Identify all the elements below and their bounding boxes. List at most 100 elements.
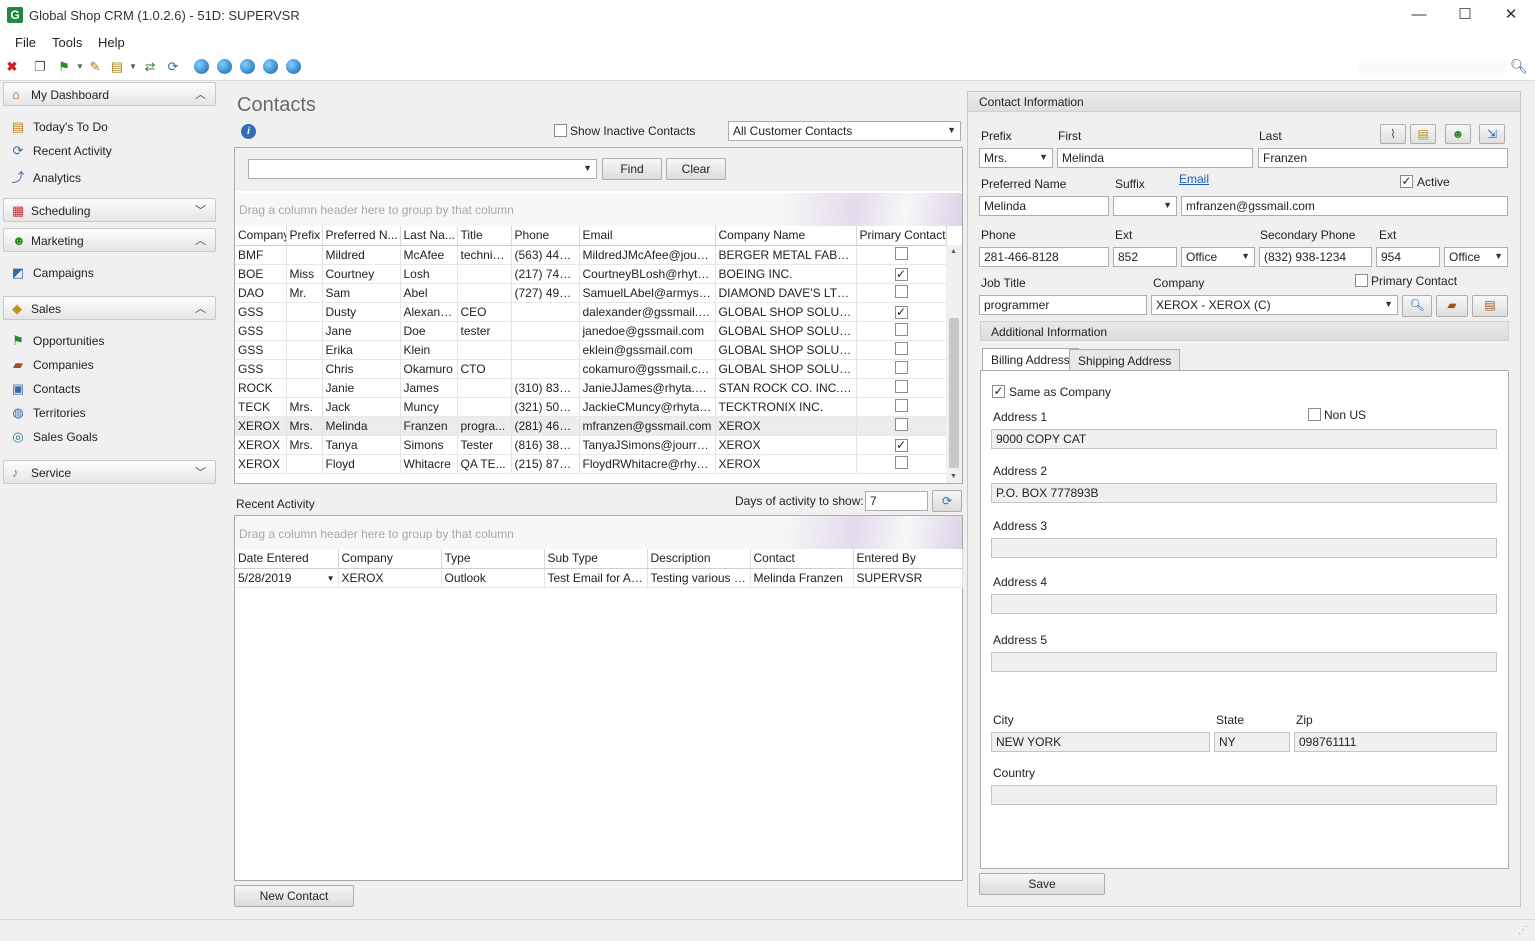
- column-header[interactable]: Contact: [750, 549, 854, 569]
- non-us-checkbox[interactable]: [1308, 408, 1321, 421]
- phone-input[interactable]: 281-466-8128: [979, 247, 1109, 267]
- table-row[interactable]: GSS Dusty Alexander CEO dalexander@gssmail.c…: [235, 302, 947, 322]
- ext2-input[interactable]: 954: [1376, 247, 1440, 267]
- same-as-company-checkbox[interactable]: ✓: [992, 385, 1005, 398]
- zip-input[interactable]: 098761111: [1294, 732, 1497, 752]
- column-header[interactable]: Preferred N...: [322, 226, 401, 246]
- tab-shipping-address[interactable]: Shipping Address: [1069, 349, 1181, 371]
- secondary-phone-input[interactable]: (832) 938-1234: [1259, 247, 1372, 267]
- nav-section-marketing[interactable]: ☻ Marketing ︿: [3, 228, 216, 252]
- sidebar-item-analytics[interactable]: ⤴ Analytics: [10, 167, 81, 187]
- new-contact-button[interactable]: New Contact: [234, 885, 354, 907]
- last-name-input[interactable]: Franzen: [1258, 148, 1508, 168]
- active-checkbox[interactable]: ✓: [1400, 175, 1413, 188]
- scrollbar-thumb[interactable]: [949, 318, 959, 468]
- table-row[interactable]: BOE Miss Courtney Losh (217) 745... CourtneyB…: [235, 264, 947, 284]
- table-row[interactable]: ROCK Janie James (310) 835... JanieJJames@rh…: [235, 378, 947, 398]
- sidebar-item-sales-goals[interactable]: ◎ Sales Goals: [10, 429, 97, 449]
- copy-icon[interactable]: ❐: [31, 58, 49, 76]
- column-header[interactable]: Date Entered: [235, 549, 339, 569]
- suffix-select[interactable]: ▼: [1113, 196, 1177, 216]
- sidebar-item-recent-activity[interactable]: ⟳ Recent Activity: [10, 143, 112, 163]
- minimize-button[interactable]: —: [1396, 0, 1442, 31]
- primary-contact-checkbox[interactable]: [894, 322, 908, 336]
- save-button[interactable]: Save: [979, 873, 1105, 895]
- sidebar-item-opportunities[interactable]: ⚑ Opportunities: [10, 333, 104, 353]
- scroll-down-icon[interactable]: ▼: [950, 473, 957, 480]
- menu-tools[interactable]: Tools: [52, 35, 82, 50]
- column-header[interactable]: Prefix: [286, 226, 323, 246]
- column-header[interactable]: Phone: [511, 226, 580, 246]
- primary-contact-checkbox[interactable]: [894, 246, 908, 260]
- column-header[interactable]: Email: [579, 226, 716, 246]
- sidebar-item-territories[interactable]: ◍ Territories: [10, 405, 85, 425]
- state-input[interactable]: NY: [1214, 732, 1290, 752]
- contact-filter-select[interactable]: All Customer Contacts ▼: [728, 121, 961, 141]
- ext-input[interactable]: 852: [1113, 247, 1177, 267]
- resize-grip-icon[interactable]: ⋰: [1518, 925, 1528, 936]
- primary-contact-checkbox[interactable]: [894, 341, 908, 355]
- nav-section-sales[interactable]: ◆ Sales ︿: [3, 296, 216, 320]
- column-header[interactable]: Primary Contact: [856, 226, 947, 246]
- toolbar-search-input[interactable]: [1358, 60, 1506, 75]
- email-input[interactable]: mfranzen@gssmail.com: [1181, 196, 1508, 216]
- primary-contact-checkbox[interactable]: [894, 398, 908, 412]
- add-user-icon[interactable]: ☻: [1445, 124, 1471, 144]
- email-link[interactable]: Email: [1179, 172, 1209, 186]
- primary-contact-checkbox[interactable]: [894, 360, 908, 374]
- globe-icon[interactable]: [194, 59, 209, 74]
- first-name-input[interactable]: Melinda: [1057, 148, 1253, 168]
- company-select[interactable]: XEROX - XEROX (C) ▼: [1151, 295, 1398, 315]
- address1-input[interactable]: 9000 COPY CAT: [991, 429, 1497, 449]
- city-input[interactable]: NEW YORK: [991, 732, 1210, 752]
- primary-contact-checkbox[interactable]: ✓: [894, 305, 908, 319]
- column-header[interactable]: Company Name: [715, 226, 857, 246]
- menu-file[interactable]: File: [15, 35, 36, 50]
- table-row[interactable]: XEROX Mrs. Melinda Franzen progra... (281) 46…: [235, 416, 947, 436]
- table-row[interactable]: DAO Mr. Sam Abel (727) 497... SamuelLAbel@arm…: [235, 283, 947, 303]
- prefix-select[interactable]: Mrs. ▼: [979, 148, 1053, 168]
- country-input[interactable]: [991, 785, 1497, 805]
- refresh-button[interactable]: ⟳: [932, 490, 962, 512]
- primary-contact-checkbox[interactable]: [894, 455, 908, 469]
- attachment-icon[interactable]: ⌇: [1380, 124, 1406, 144]
- table-row[interactable]: BMF Mildred McAfee technic... (563) 445... Mi…: [235, 245, 947, 265]
- globe-icon[interactable]: [240, 59, 255, 74]
- column-header[interactable]: Sub Type: [544, 549, 648, 569]
- transfer-icon[interactable]: ⇄: [141, 58, 159, 76]
- scroll-up-icon[interactable]: ▲: [950, 248, 957, 255]
- column-header[interactable]: Title: [457, 226, 512, 246]
- preferred-name-input[interactable]: Melinda: [979, 196, 1109, 216]
- contact-search-input[interactable]: ▼: [248, 159, 597, 179]
- column-header[interactable]: Entered By: [853, 549, 963, 569]
- sidebar-item-contacts[interactable]: ▣ Contacts: [10, 381, 81, 401]
- info-icon[interactable]: i: [241, 124, 256, 139]
- tab-billing-address[interactable]: Billing Address: [982, 348, 1079, 371]
- column-header[interactable]: Company: [338, 549, 442, 569]
- column-header[interactable]: Company: [235, 226, 287, 246]
- primary-contact-checkbox[interactable]: [1355, 274, 1368, 287]
- secondary-phone-type-select[interactable]: Office ▼: [1444, 247, 1508, 267]
- nav-section-dashboard[interactable]: ⌂ My Dashboard ︿: [3, 82, 216, 106]
- menu-help[interactable]: Help: [98, 35, 125, 50]
- export-icon[interactable]: ⇲: [1479, 124, 1505, 144]
- table-row[interactable]: GSS Erika Klein eklein@gssmail.com GLOBAL SH…: [235, 340, 947, 360]
- table-row[interactable]: XEROX Floyd Whitacre QA TE... (215) 873... Fl…: [235, 454, 947, 474]
- nav-section-scheduling[interactable]: ▦ Scheduling ﹀: [3, 198, 216, 222]
- delete-icon[interactable]: ✖: [3, 58, 21, 76]
- group-by-area[interactable]: Drag a column header here to group by th…: [235, 516, 962, 549]
- globe-icon[interactable]: [286, 59, 301, 74]
- table-row[interactable]: 5/28/2019 ▼ XEROX Outlook Test Email for …: [235, 568, 963, 588]
- job-title-input[interactable]: programmer: [979, 295, 1147, 315]
- address2-input[interactable]: P.O. BOX 777893B: [991, 483, 1497, 503]
- search-company-button[interactable]: 🔍︎: [1402, 295, 1432, 317]
- note-icon[interactable]: ▤: [1410, 124, 1436, 144]
- chevron-down-icon[interactable]: ▼: [327, 574, 335, 583]
- globe-icon[interactable]: [217, 59, 232, 74]
- primary-contact-checkbox[interactable]: ✓: [894, 438, 908, 452]
- table-row[interactable]: TECK Mrs. Jack Muncy (321) 501... JackieCMunc…: [235, 397, 947, 417]
- table-row[interactable]: XEROX Mrs. Tanya Simons Tester (816) 389... Ta…: [235, 435, 947, 455]
- group-by-area[interactable]: Drag a column header here to group by th…: [235, 193, 962, 226]
- table-row[interactable]: GSS Chris Okamuro CTO cokamuro@gssmail.com GL…: [235, 359, 947, 379]
- globe-icon[interactable]: [263, 59, 278, 74]
